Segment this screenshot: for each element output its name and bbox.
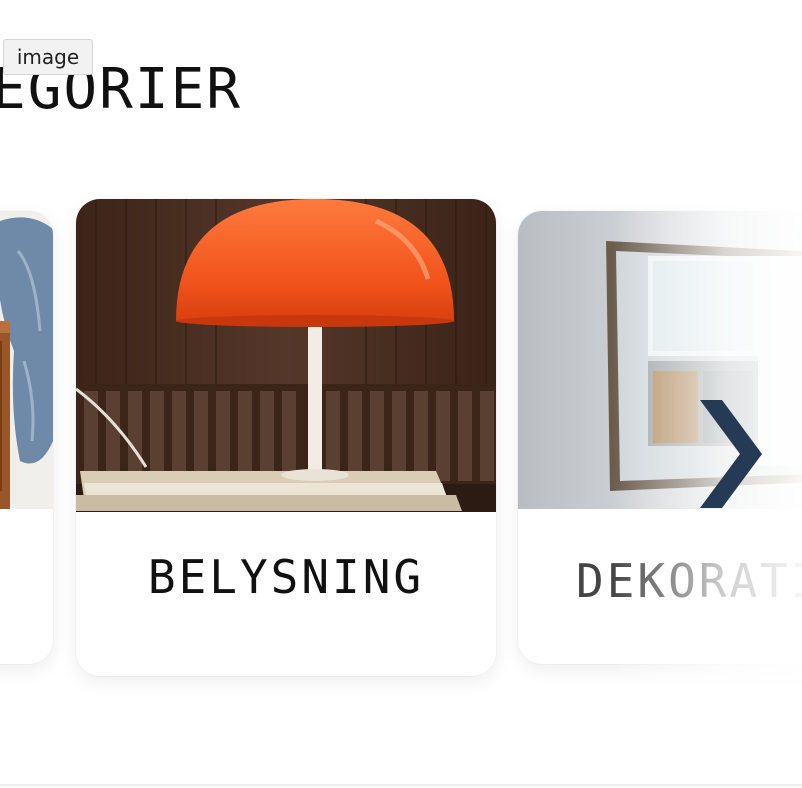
chevron-right-icon	[700, 400, 762, 508]
category-image-belysning	[76, 199, 496, 512]
next-slide-button[interactable]	[690, 396, 770, 516]
category-card-seating[interactable]	[0, 211, 53, 664]
divider	[0, 784, 802, 786]
category-image-seating	[0, 211, 53, 509]
category-carousel: BELYSNING DEKORATI	[0, 0, 802, 700]
category-label: DEKORATI	[576, 554, 802, 608]
tooltip: image	[3, 39, 93, 75]
category-card-belysning[interactable]: BELYSNING	[76, 199, 496, 676]
category-label: BELYSNING	[147, 550, 425, 604]
